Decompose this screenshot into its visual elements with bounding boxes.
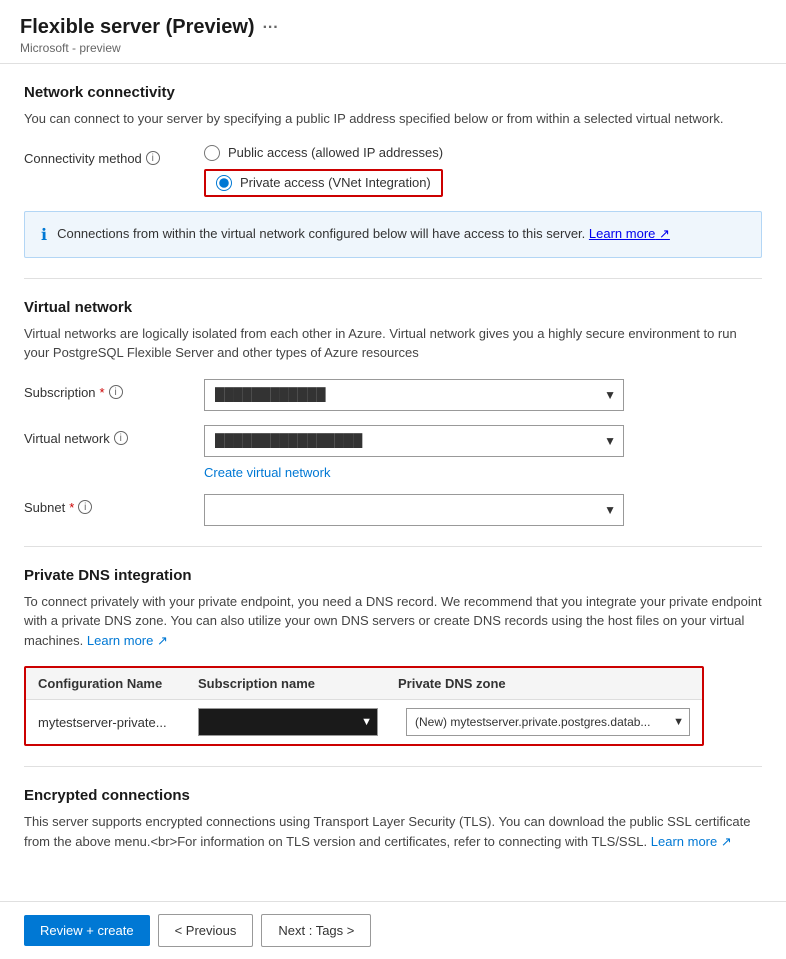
subnet-select[interactable] — [204, 494, 624, 526]
public-access-label: Public access (allowed IP addresses) — [228, 145, 443, 160]
virtual-network-desc: Virtual networks are logically isolated … — [24, 324, 762, 363]
private-access-option[interactable]: Private access (VNet Integration) — [204, 169, 762, 197]
title-text: Flexible server (Preview) — [20, 16, 255, 39]
divider-3 — [24, 766, 762, 767]
dns-header-zone: Private DNS zone — [398, 676, 690, 691]
dns-header-subscription: Subscription name — [198, 676, 398, 691]
subscription-info-icon[interactable]: i — [109, 385, 123, 399]
subscription-label: Subscription * i — [24, 379, 204, 400]
vnet-label: Virtual network i — [24, 425, 204, 446]
dns-zone-select-wrapper: (New) mytestserver.private.postgres.data… — [398, 708, 690, 736]
subscription-control: ████████████ ▼ — [204, 379, 762, 411]
more-options-icon[interactable]: ··· — [263, 19, 279, 37]
dns-header-config-name: Configuration Name — [38, 676, 198, 691]
subnet-control: ▼ — [204, 494, 762, 526]
dns-subscription-select-wrapper: ████████████ ▼ — [198, 708, 398, 736]
connectivity-method-label: Connectivity method i — [24, 145, 204, 166]
public-access-radio[interactable] — [204, 145, 220, 161]
page-subtitle: Microsoft - preview — [20, 41, 766, 55]
dns-table-header: Configuration Name Subscription name Pri… — [26, 668, 702, 700]
public-access-option[interactable]: Public access (allowed IP addresses) — [204, 145, 762, 161]
vnet-info-icon[interactable]: i — [114, 431, 128, 445]
encrypted-connections-title: Encrypted connections — [24, 787, 762, 804]
dns-zone-select[interactable]: (New) mytestserver.private.postgres.data… — [406, 708, 690, 736]
dns-table: Configuration Name Subscription name Pri… — [24, 666, 704, 746]
dns-learn-more-link[interactable]: Learn more ↗ — [87, 633, 168, 648]
dns-subscription-select[interactable]: ████████████ — [198, 708, 378, 736]
footer: Review + create < Previous Next : Tags > — [0, 901, 786, 959]
info-banner-icon: ℹ — [41, 225, 47, 245]
private-dns-desc: To connect privately with your private e… — [24, 592, 762, 651]
divider-1 — [24, 278, 762, 279]
subnet-info-icon[interactable]: i — [78, 500, 92, 514]
encrypted-connections-desc: This server supports encrypted connectio… — [24, 812, 762, 851]
page-title: Flexible server (Preview) ··· — [20, 16, 766, 39]
subscription-select[interactable]: ████████████ — [204, 379, 624, 411]
subnet-label: Subnet * i — [24, 494, 204, 515]
encrypted-learn-more-link[interactable]: Learn more ↗ — [651, 834, 732, 849]
subnet-required: * — [69, 500, 74, 515]
private-dns-title: Private DNS integration — [24, 567, 762, 584]
virtual-network-title: Virtual network — [24, 299, 762, 316]
vnet-select[interactable]: ████████████████ — [204, 425, 624, 457]
private-access-radio[interactable] — [216, 175, 232, 191]
connectivity-info-icon[interactable]: i — [146, 151, 160, 165]
network-learn-more-link[interactable]: Learn more ↗ — [589, 226, 670, 241]
connectivity-options: Public access (allowed IP addresses) Pri… — [204, 145, 762, 197]
subscription-required: * — [100, 385, 105, 400]
dns-config-name: mytestserver-private... — [38, 715, 198, 730]
vnet-control: ████████████████ ▼ Create virtual networ… — [204, 425, 762, 480]
dns-table-row: mytestserver-private... ████████████ ▼ — [26, 700, 702, 744]
network-connectivity-title: Network connectivity — [24, 84, 762, 101]
info-banner-text: Connections from within the virtual netw… — [57, 224, 670, 244]
create-vnet-link[interactable]: Create virtual network — [204, 465, 762, 480]
previous-button[interactable]: < Previous — [158, 914, 254, 947]
next-button[interactable]: Next : Tags > — [261, 914, 371, 947]
private-access-label: Private access (VNet Integration) — [240, 175, 431, 190]
info-banner: ℹ Connections from within the virtual ne… — [24, 211, 762, 258]
review-create-button[interactable]: Review + create — [24, 915, 150, 946]
divider-2 — [24, 546, 762, 547]
network-connectivity-desc: You can connect to your server by specif… — [24, 109, 762, 129]
